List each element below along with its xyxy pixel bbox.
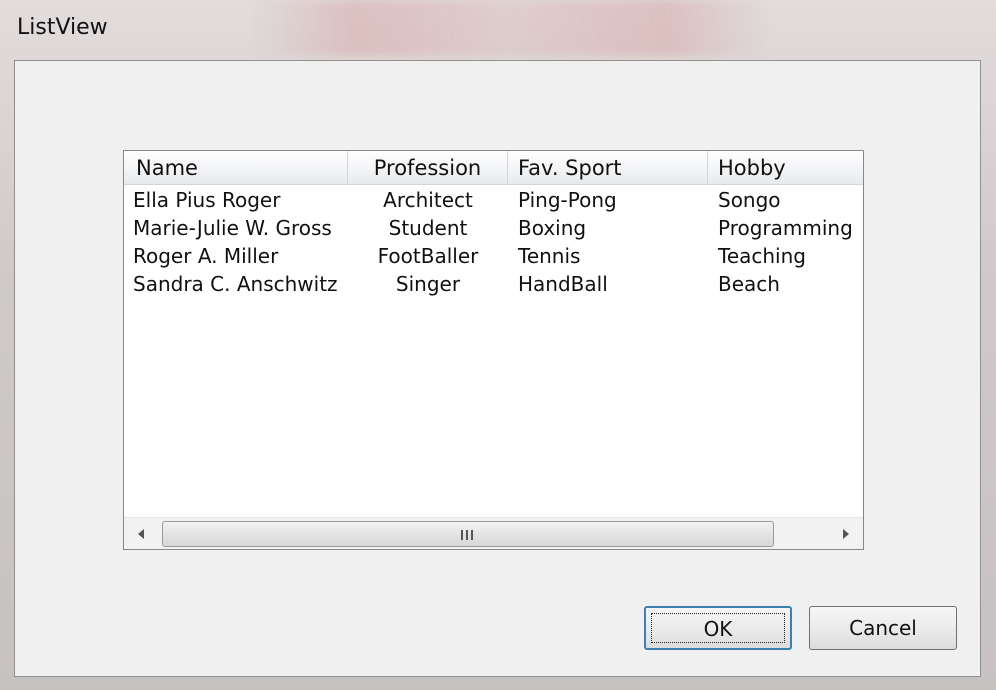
chevron-left-icon[interactable]	[124, 518, 162, 549]
horizontal-scrollbar[interactable]	[124, 517, 863, 549]
cell-hobby: Beach	[718, 272, 780, 296]
ok-button[interactable]: OK	[644, 606, 792, 650]
column-header-hobby[interactable]: Hobby	[708, 151, 863, 184]
chevron-right-icon[interactable]	[825, 518, 863, 549]
list-header: Name Profession Fav. Sport Hobby	[124, 151, 863, 185]
cell-fav-sport: Boxing	[518, 216, 587, 240]
cell-name: Ella Pius Roger	[133, 188, 281, 212]
list-row[interactable]: Sandra C. Anschwitz Singer HandBall Beac…	[124, 270, 863, 298]
list-rows: Ella Pius Roger Architect Ping-Pong Song…	[124, 186, 863, 298]
titlebar-background	[250, 0, 770, 56]
grip-icon	[461, 530, 475, 540]
dialog-window: ListView Name Profession Fav. Sport Hobb…	[0, 0, 996, 690]
column-header-name[interactable]: Name	[124, 151, 348, 184]
list-row[interactable]: Marie-Julie W. Gross Student Boxing Prog…	[124, 214, 863, 242]
cell-fav-sport: Ping-Pong	[518, 188, 617, 212]
focus-rectangle	[651, 613, 785, 643]
column-header-profession[interactable]: Profession	[348, 151, 508, 184]
list-view[interactable]: Name Profession Fav. Sport Hobby Ella Pi…	[123, 150, 864, 550]
window-title: ListView	[17, 15, 108, 40]
cell-hobby: Programming	[718, 216, 853, 240]
cell-profession: Architect	[383, 188, 473, 212]
cancel-button[interactable]: Cancel	[809, 606, 957, 650]
cell-hobby: Teaching	[718, 244, 806, 268]
cell-profession: FootBaller	[377, 244, 479, 268]
scrollbar-thumb[interactable]	[162, 521, 774, 547]
cell-name: Marie-Julie W. Gross	[133, 216, 332, 240]
cell-profession: Student	[388, 216, 468, 240]
column-header-fav-sport[interactable]: Fav. Sport	[508, 151, 708, 184]
cell-fav-sport: HandBall	[518, 272, 608, 296]
cell-profession: Singer	[395, 272, 461, 296]
cell-fav-sport: Tennis	[518, 244, 581, 268]
cell-name: Roger A. Miller	[133, 244, 279, 268]
cell-hobby: Songo	[718, 188, 781, 212]
list-row[interactable]: Roger A. Miller FootBaller Tennis Teachi…	[124, 242, 863, 270]
list-row[interactable]: Ella Pius Roger Architect Ping-Pong Song…	[124, 186, 863, 214]
cell-name: Sandra C. Anschwitz	[133, 272, 338, 296]
